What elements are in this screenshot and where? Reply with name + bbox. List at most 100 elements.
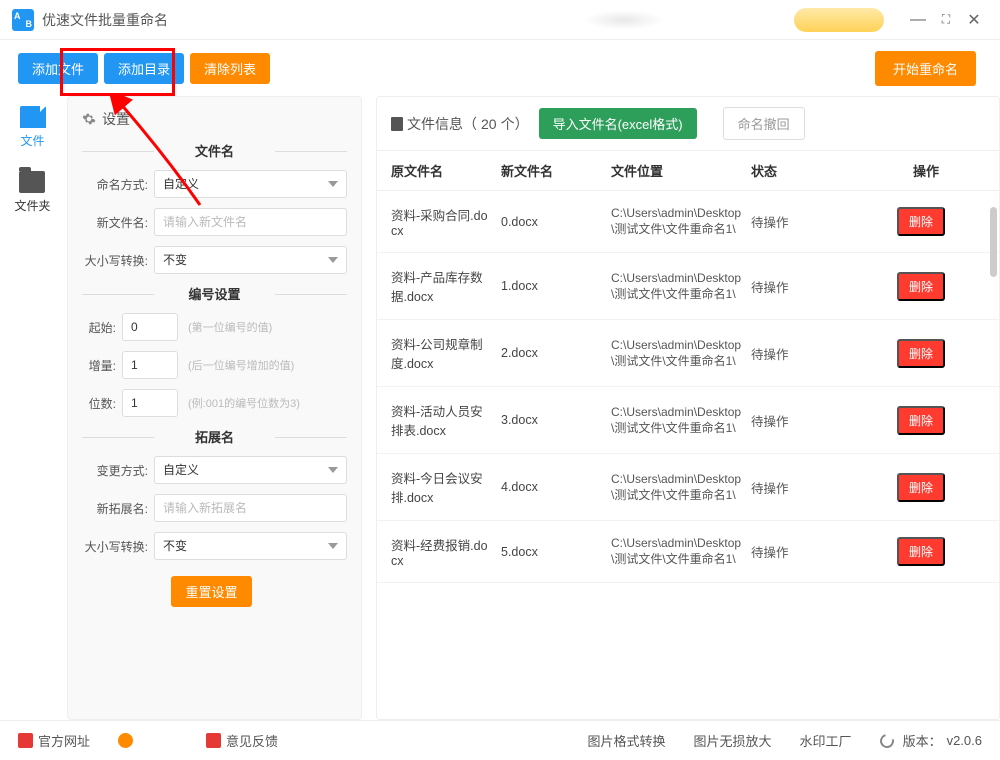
naming-mode-select[interactable]: 自定义 [154, 170, 347, 198]
ext-new-input[interactable] [154, 494, 347, 522]
import-names-button[interactable]: 导入文件名(excel格式) [539, 108, 697, 139]
table-body: 资料-采购合同.docx0.docxC:\Users\admin\Desktop… [377, 191, 999, 719]
step-label: 增量: [82, 357, 122, 374]
file-count: 20 [481, 116, 497, 132]
ext-case-select[interactable]: 不变 [154, 532, 347, 560]
cell-original: 资料-经费报销.docx [391, 535, 501, 568]
globe-icon [18, 733, 33, 748]
footer-img-format[interactable]: 图片格式转换 [588, 731, 666, 750]
scrollbar[interactable] [990, 207, 997, 277]
cell-status: 待操作 [751, 344, 861, 363]
ext-case-label: 大小写转换: [82, 538, 154, 555]
table-row: 资料-活动人员安排表.docx3.docxC:\Users\admin\Desk… [377, 387, 999, 454]
delete-row-button[interactable]: 删除 [897, 473, 945, 502]
digits-hint: (例:001的编号位数为3) [188, 395, 300, 411]
ext-new-label: 新拓展名: [82, 500, 154, 517]
main-area: 文件 文件夹 设置 文件名 命名方式: 自定义 新文件名: 大小写转换: 不变 … [0, 96, 1000, 720]
section-filename-title: 文件名 [82, 141, 347, 160]
nav-file-label: 文件 [20, 132, 44, 149]
user-badge[interactable] [794, 8, 884, 32]
delete-row-button[interactable]: 删除 [897, 339, 945, 368]
footer-version: 版本：v2.0.6 [880, 731, 982, 750]
cell-original: 资料-产品库存数据.docx [391, 267, 501, 305]
footer-unknown[interactable] [118, 733, 178, 748]
nav-file[interactable]: 文件 [20, 106, 46, 149]
table-row: 资料-产品库存数据.docx1.docxC:\Users\admin\Deskt… [377, 253, 999, 320]
table-row: 资料-公司规章制度.docx2.docxC:\Users\admin\Deskt… [377, 320, 999, 387]
left-nav: 文件 文件夹 [0, 96, 65, 720]
cell-new: 5.docx [501, 545, 611, 559]
circle-icon [118, 733, 133, 748]
th-status: 状态 [751, 161, 861, 180]
cell-location: C:\Users\admin\Desktop\测试文件\文件重命名1\ [611, 271, 751, 302]
file-icon [20, 106, 46, 128]
cell-location: C:\Users\admin\Desktop\测试文件\文件重命名1\ [611, 536, 751, 567]
clear-list-button[interactable]: 清除列表 [190, 53, 270, 84]
cell-new: 3.docx [501, 413, 611, 427]
settings-title: 设置 [102, 109, 130, 129]
cell-location: C:\Users\admin\Desktop\测试文件\文件重命名1\ [611, 472, 751, 503]
document-icon [391, 117, 403, 131]
minimize-button[interactable]: — [904, 6, 932, 34]
file-info-panel: 文件信息（20个） 导入文件名(excel格式) 命名撤回 原文件名 新文件名 … [376, 96, 1000, 720]
cell-original: 资料-公司规章制度.docx [391, 334, 501, 372]
cell-new: 4.docx [501, 480, 611, 494]
step-hint: (后一位编号增加的值) [188, 357, 294, 373]
section-number-title: 编号设置 [82, 284, 347, 303]
cell-status: 待操作 [751, 411, 861, 430]
settings-panel: 设置 文件名 命名方式: 自定义 新文件名: 大小写转换: 不变 编号设置 起始… [67, 96, 362, 720]
close-button[interactable]: ✕ [960, 6, 988, 34]
add-file-button[interactable]: 添加文件 [18, 53, 98, 84]
add-directory-button[interactable]: 添加目录 [104, 53, 184, 84]
footer-img-enlarge[interactable]: 图片无损放大 [694, 731, 772, 750]
naming-mode-label: 命名方式: [82, 176, 154, 193]
cell-original: 资料-活动人员安排表.docx [391, 401, 501, 439]
newname-label: 新文件名: [82, 214, 154, 231]
nav-folder[interactable]: 文件夹 [14, 171, 50, 214]
case-select[interactable]: 不变 [154, 246, 347, 274]
undo-rename-button[interactable]: 命名撤回 [723, 107, 805, 140]
delete-row-button[interactable]: 删除 [897, 272, 945, 301]
feedback-icon [206, 733, 221, 748]
ext-mode-label: 变更方式: [82, 462, 154, 479]
maximize-button[interactable]: ⛶ [932, 6, 960, 34]
gear-icon [82, 112, 96, 126]
digits-label: 位数: [82, 395, 122, 412]
cell-status: 待操作 [751, 212, 861, 231]
cell-location: C:\Users\admin\Desktop\测试文件\文件重命名1\ [611, 206, 751, 237]
footer-watermark[interactable]: 水印工厂 [800, 731, 852, 750]
ext-mode-select[interactable]: 自定义 [154, 456, 347, 484]
cell-new: 0.docx [501, 215, 611, 229]
footer-feedback[interactable]: 意见反馈 [206, 731, 278, 750]
table-row: 资料-经费报销.docx5.docxC:\Users\admin\Desktop… [377, 521, 999, 583]
th-original: 原文件名 [391, 161, 501, 180]
delete-row-button[interactable]: 删除 [897, 207, 945, 236]
th-action: 操作 [861, 161, 985, 180]
cell-new: 2.docx [501, 346, 611, 360]
reset-settings-button[interactable]: 重置设置 [171, 576, 251, 607]
delete-row-button[interactable]: 删除 [897, 537, 945, 566]
step-input[interactable] [122, 351, 178, 379]
newname-input[interactable] [154, 208, 347, 236]
cell-new: 1.docx [501, 279, 611, 293]
th-location: 文件位置 [611, 161, 751, 180]
start-rename-button[interactable]: 开始重命名 [875, 51, 976, 86]
delete-row-button[interactable]: 删除 [897, 406, 945, 435]
cell-location: C:\Users\admin\Desktop\测试文件\文件重命名1\ [611, 338, 751, 369]
digits-input[interactable] [122, 389, 178, 417]
file-panel-header: 文件信息（20个） 导入文件名(excel格式) 命名撤回 [377, 97, 999, 151]
refresh-icon[interactable] [877, 731, 896, 750]
section-ext-title: 拓展名 [82, 427, 347, 446]
folder-icon [19, 171, 45, 193]
th-new: 新文件名 [501, 161, 611, 180]
toolbar: 添加文件 添加目录 清除列表 开始重命名 [0, 40, 1000, 96]
case-label: 大小写转换: [82, 252, 154, 269]
start-hint: (第一位编号的值) [188, 319, 272, 335]
app-title: 优速文件批量重命名 [42, 10, 168, 30]
decorative-swoosh [584, 10, 664, 30]
start-input[interactable] [122, 313, 178, 341]
cell-original: 资料-采购合同.docx [391, 205, 501, 238]
settings-header: 设置 [82, 109, 347, 129]
cell-status: 待操作 [751, 277, 861, 296]
footer-official-site[interactable]: 官方网址 [18, 731, 90, 750]
